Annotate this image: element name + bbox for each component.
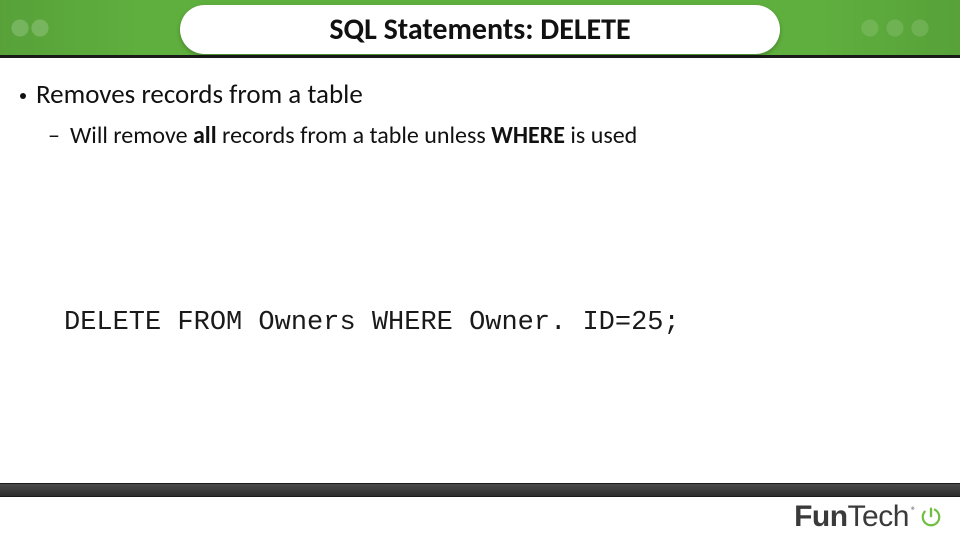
- l2-mid: records from a table unless: [217, 121, 492, 150]
- bullet-dot-icon: [20, 93, 26, 99]
- logo-part2: Tech: [848, 500, 909, 533]
- l2-suffix: is used: [565, 121, 637, 150]
- logo-part1: Fun: [794, 500, 847, 533]
- power-icon: [920, 506, 942, 528]
- dash-icon: –: [48, 121, 60, 150]
- title-pill: SQL Statements: DELETE: [180, 5, 780, 54]
- slide: SQL Statements: DELETE Removes records f…: [0, 0, 960, 540]
- code-line: DELETE FROM Owners WHERE Owner. ID=25;: [64, 308, 680, 338]
- brand-logo: FunTech ®: [794, 500, 942, 534]
- bullet-level2: – Will remove all records from a table u…: [48, 121, 940, 150]
- bullet-level1: Removes records from a table: [20, 78, 940, 111]
- bullet-l2-text: Will remove all records from a table unl…: [70, 121, 637, 150]
- l2-bold-where: WHERE: [491, 121, 565, 150]
- footer-band: [0, 484, 960, 496]
- body: Removes records from a table – Will remo…: [20, 78, 940, 150]
- l2-bold-all: all: [193, 121, 217, 150]
- logo-text: FunTech: [794, 500, 909, 534]
- header-rule: [0, 55, 960, 58]
- registered-mark: ®: [911, 504, 916, 517]
- bullet-l1-text: Removes records from a table: [36, 78, 363, 111]
- slide-title: SQL Statements: DELETE: [250, 11, 710, 48]
- l2-prefix: Will remove: [70, 121, 193, 150]
